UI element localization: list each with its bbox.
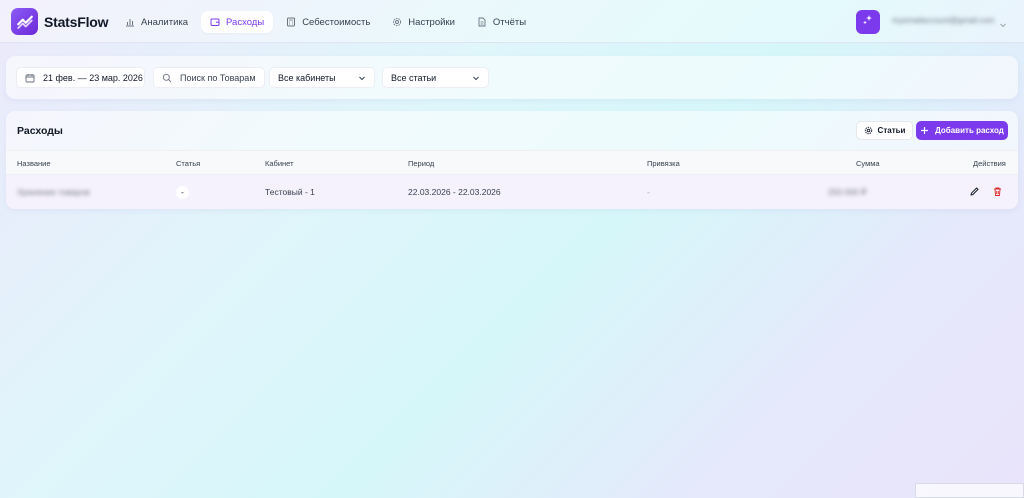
search-placeholder: Поиск по Товарам (180, 72, 256, 83)
panel-title: Расходы (17, 125, 63, 137)
add-expense-button[interactable]: Добавить расход (916, 121, 1008, 140)
nav-item-settings[interactable]: Настройки (383, 11, 464, 33)
cabinet-select-value: Все кабинеты (278, 72, 336, 83)
app-name: StatsFlow (44, 13, 109, 30)
nav-item-label: Настройки (408, 16, 455, 28)
search-icon (162, 73, 172, 83)
column-header[interactable]: Название (17, 159, 51, 168)
expense-article: - (176, 186, 189, 199)
chevron-down-icon (472, 74, 480, 82)
top-navbar: StatsFlow Аналитика Расходы Себестоимост… (0, 0, 1024, 43)
trash-icon[interactable] (992, 186, 1003, 197)
column-header[interactable]: Период (408, 159, 434, 168)
expense-name: Хранение товаров (17, 187, 90, 197)
date-range-picker[interactable]: 21 фев. — 23 мар. 2026 (16, 67, 145, 88)
table-row[interactable]: Хранение товаров - Тестовый - 1 22.03.20… (6, 175, 1018, 209)
column-header[interactable]: Статья (176, 159, 200, 168)
logo-icon (11, 8, 38, 35)
bar-chart-icon (125, 17, 135, 27)
articles-button[interactable]: Статьи (856, 121, 913, 140)
column-header[interactable]: Сумма (856, 159, 880, 168)
articles-button-label: Статьи (877, 126, 906, 135)
nav-item-cost[interactable]: Себестоимость (277, 11, 379, 33)
product-search-input[interactable]: Поиск по Товарам (153, 67, 265, 88)
calculator-icon (286, 17, 296, 27)
document-icon (477, 17, 487, 27)
column-header: Действия (973, 159, 1006, 168)
nav-item-reports[interactable]: Отчёты (468, 11, 535, 33)
wallet-icon (210, 17, 220, 27)
add-expense-label: Добавить расход (935, 126, 1004, 135)
pencil-icon[interactable] (969, 186, 980, 197)
sparkle-icon (862, 13, 874, 31)
nav-item-analytics[interactable]: Аналитика (116, 11, 197, 33)
app-logo[interactable]: StatsFlow (11, 8, 109, 35)
nav-item-label: Отчёты (492, 16, 527, 28)
date-range-value: 21 фев. — 23 мар. 2026 (43, 72, 143, 83)
screen-thumbnail[interactable] (915, 483, 1024, 498)
gear-icon (864, 126, 873, 135)
expenses-panel: Расходы Статьи Добавить расход Название … (6, 111, 1018, 209)
chevron-down-icon[interactable] (999, 16, 1007, 28)
gear-icon (392, 17, 402, 27)
articles-select-value: Все статьи (391, 72, 437, 83)
expense-period: 22.03.2026 - 22.03.2026 (408, 187, 501, 197)
expense-amount: 250 000 ₽ (828, 187, 867, 197)
nav-item-label: Аналитика (141, 16, 189, 28)
user-email[interactable]: myemailaccount@gmail.com (892, 16, 994, 25)
nav-item-label: Себестоимость (302, 16, 371, 28)
chevron-down-icon (358, 74, 366, 82)
expense-cabinet: Тестовый - 1 (265, 187, 315, 197)
table-header: Название Статья Кабинет Период Привязка … (6, 150, 1018, 175)
ai-assistant-button[interactable] (856, 10, 880, 34)
column-header[interactable]: Кабинет (265, 159, 294, 168)
nav-item-label: Расходы (226, 16, 265, 28)
expense-binding: - (647, 187, 650, 197)
filters-bar: 21 фев. — 23 мар. 2026 Поиск по Товарам … (6, 56, 1018, 99)
articles-select[interactable]: Все статьи (382, 67, 489, 88)
calendar-icon (25, 73, 35, 83)
plus-icon (920, 126, 929, 135)
column-header[interactable]: Привязка (647, 159, 680, 168)
main-nav: Аналитика Расходы Себестоимость Настройк… (116, 11, 535, 33)
cabinet-select[interactable]: Все кабинеты (269, 67, 375, 88)
nav-item-expenses[interactable]: Расходы (201, 11, 274, 33)
